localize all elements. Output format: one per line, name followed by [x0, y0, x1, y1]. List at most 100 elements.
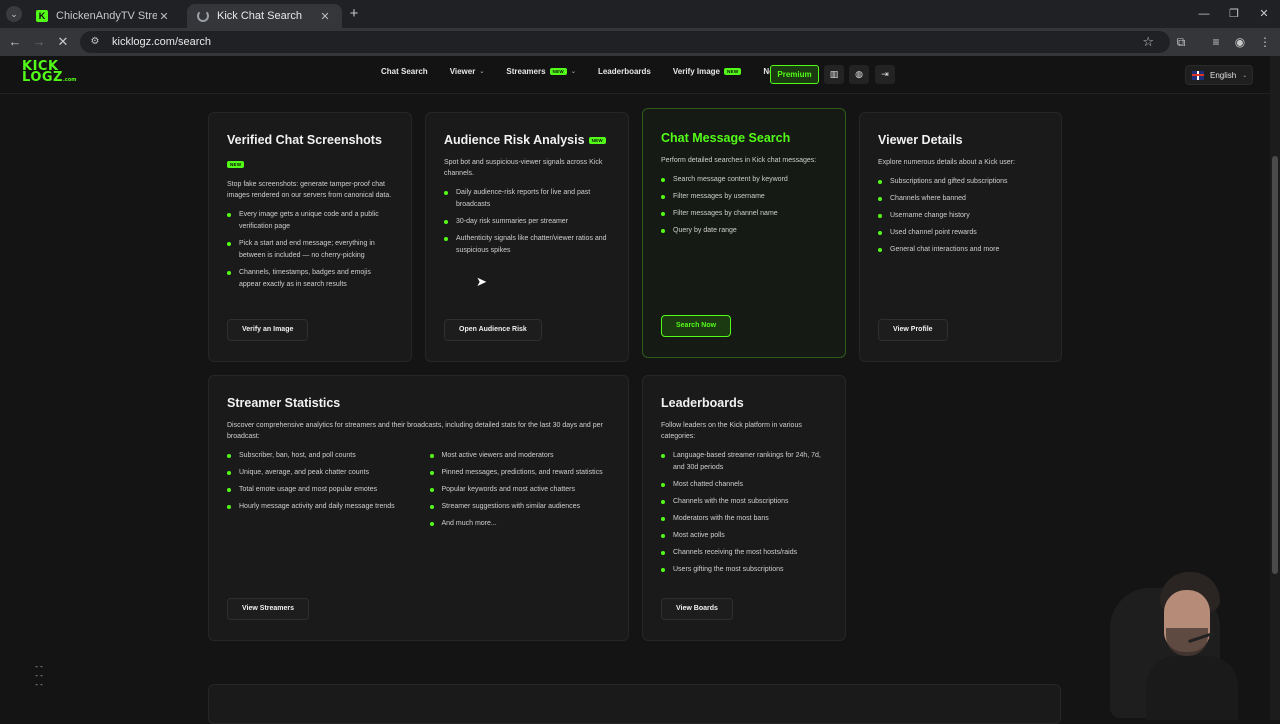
extensions-icon[interactable]: ⧉ [1173, 34, 1189, 50]
minimize-icon[interactable]: — [1196, 6, 1212, 22]
new-badge: NEW [588, 136, 606, 144]
stats-chart-icon[interactable]: ▥ [824, 65, 844, 84]
close-window-icon[interactable]: ✕ [1256, 6, 1272, 22]
kick-icon: K [36, 10, 48, 22]
premium-button[interactable]: Premium [770, 65, 819, 84]
back-icon[interactable]: ← [7, 34, 23, 50]
login-icon[interactable]: ⇥ [875, 65, 895, 84]
list-item: Daily audience-risk reports for live and… [444, 187, 610, 211]
card-verified-screenshots: Verified Chat Screenshots NEW Stop fake … [208, 112, 412, 362]
new-badge: NEW [724, 68, 742, 75]
chevron-down-icon: ⌄ [479, 69, 485, 75]
list-item: Subscriber, ban, host, and poll counts [227, 450, 408, 462]
close-tab-icon[interactable]: ✕ [157, 10, 171, 23]
list-item: Used channel point rewards [878, 227, 1043, 239]
list-item: Moderators with the most bans [661, 513, 827, 525]
browser-tab-2[interactable]: Kick Chat Search ✕ [187, 4, 342, 28]
feature-list: Daily audience-risk reports for live and… [444, 187, 610, 257]
webcam-shirt [1146, 656, 1238, 720]
stop-loading-icon[interactable]: ✕ [55, 34, 71, 50]
url-text[interactable]: kicklogz.com/search [112, 36, 211, 48]
address-bar[interactable]: ⚙ kicklogz.com/search ☆ [80, 31, 1170, 53]
list-item: Total emote usage and most popular emote… [227, 484, 408, 496]
browser-toolbar: ← → ✕ ⚙ kicklogz.com/search ☆ ⧉ ≡ ◉ ⋮ [0, 28, 1280, 56]
list-item: Unique, average, and peak chatter counts [227, 467, 408, 479]
list-item: Streamer suggestions with similar audien… [429, 501, 611, 513]
card-viewer-details: Viewer Details Explore numerous details … [859, 112, 1062, 362]
list-item: General chat interactions and more [878, 244, 1043, 256]
tab-search-chevron-icon[interactable]: ⌄ [6, 6, 22, 22]
feature-list: Search message content by keyword Filter… [661, 174, 827, 237]
list-item: Query by date range [661, 225, 827, 237]
nav-streamers[interactable]: Streamers NEW ⌄ [506, 67, 576, 76]
tab-title: ChickenAndyTV Stream - Watch [56, 10, 157, 22]
nav-leaderboards[interactable]: Leaderboards [598, 67, 651, 76]
new-badge: NEW [549, 68, 567, 75]
list-item: Authenticity signals like chatter/viewer… [444, 233, 610, 257]
profile-icon[interactable]: ◉ [1232, 34, 1248, 50]
card-title: Viewer Details [878, 133, 963, 147]
verify-image-button[interactable]: Verify an Image [227, 319, 309, 341]
webcam-overlay [1098, 568, 1248, 720]
floating-menu-icon[interactable]: - -- -- - [31, 662, 47, 689]
scrollbar-thumb[interactable] [1272, 156, 1278, 574]
card-description: Discover comprehensive analytics for str… [227, 422, 603, 440]
discord-icon[interactable]: ◍ [849, 65, 869, 84]
nav-viewer[interactable]: Viewer ⌄ [450, 67, 485, 76]
card-audience-risk: Audience Risk Analysis NEW Spot bot and s… [425, 112, 629, 362]
nav-chat-search[interactable]: Chat Search [381, 67, 428, 76]
media-controls-icon[interactable]: ≡ [1208, 34, 1224, 50]
card-title: Audience Risk Analysis [444, 133, 585, 147]
uk-flag-icon [1192, 70, 1204, 80]
page-content: KICK LOGZ.com Chat Search Viewer ⌄ Stream… [0, 56, 1280, 724]
list-item: Most chatted channels [661, 479, 827, 491]
list-item: And much more... [429, 518, 611, 530]
nav-verify-image[interactable]: Verify Image NEW [673, 67, 742, 76]
mouse-cursor-icon: ➤ [476, 274, 487, 289]
list-item: 30-day risk summaries per streamer [444, 216, 610, 228]
close-tab-icon[interactable]: ✕ [318, 10, 332, 23]
card-title: Leaderboards [661, 396, 744, 410]
next-section-card [208, 684, 1061, 724]
site-logo[interactable]: KICK LOGZ.com [22, 60, 76, 89]
list-item: Channels with the most subscriptions [661, 496, 827, 508]
page-scrollbar[interactable] [1270, 56, 1280, 720]
view-profile-button[interactable]: View Profile [878, 319, 948, 341]
list-item: Username change history [878, 210, 1043, 222]
new-tab-icon[interactable]: + [346, 6, 362, 22]
feature-list-left: Subscriber, ban, host, and poll counts U… [227, 450, 408, 535]
tab-title: Kick Chat Search [217, 10, 302, 22]
bookmark-star-icon[interactable]: ☆ [1142, 34, 1154, 50]
card-description: Spot bot and suspicious-viewer signals a… [444, 159, 603, 177]
view-boards-button[interactable]: View Boards [661, 598, 733, 620]
card-title-row: Audience Risk Analysis NEW [444, 133, 610, 147]
open-audience-risk-button[interactable]: Open Audience Risk [444, 319, 542, 341]
feature-columns: Subscriber, ban, host, and poll counts U… [227, 442, 610, 535]
browser-tab-bar: ⌄ K ChickenAndyTV Stream - Watch ✕ Kick … [0, 0, 1280, 28]
view-streamers-button[interactable]: View Streamers [227, 598, 310, 620]
card-description: Follow leaders on the Kick platform in v… [661, 422, 802, 440]
list-item: Users gifting the most subscriptions [661, 564, 827, 576]
card-description: Perform detailed searches in Kick chat m… [661, 157, 817, 164]
feature-list-right: Most active viewers and moderators Pinne… [429, 450, 611, 535]
language-selector[interactable]: English ⌄ [1185, 65, 1253, 85]
browser-menu-icon[interactable]: ⋮ [1257, 34, 1273, 50]
site-info-icon[interactable]: ⚙ [88, 35, 102, 49]
list-item: Hourly message activity and daily messag… [227, 501, 408, 513]
list-item: Subscriptions and gifted subscriptions [878, 176, 1043, 188]
list-item: Channels where banned [878, 193, 1043, 205]
site-header: KICK LOGZ.com Chat Search Viewer ⌄ Stream… [0, 56, 1270, 94]
browser-tab-1[interactable]: K ChickenAndyTV Stream - Watch ✕ [26, 4, 181, 28]
search-now-button[interactable]: Search Now [661, 315, 732, 337]
card-description: Explore numerous details about a Kick us… [878, 159, 1015, 166]
forward-icon[interactable]: → [31, 34, 47, 50]
list-item: Filter messages by channel name [661, 208, 827, 220]
feature-list: Every image gets a unique code and a pub… [227, 209, 393, 291]
new-badge: NEW [227, 161, 245, 168]
maximize-icon[interactable]: ❐ [1226, 6, 1242, 22]
card-leaderboards: Leaderboards Follow leaders on the Kick … [642, 375, 846, 641]
list-item: Language-based streamer rankings for 24h… [661, 450, 827, 474]
list-item: Channels, timestamps, badges and emojis … [227, 267, 393, 291]
card-streamer-statistics: Streamer Statistics Discover comprehensi… [208, 375, 629, 641]
list-item: Pick a start and end message; everything… [227, 238, 393, 262]
